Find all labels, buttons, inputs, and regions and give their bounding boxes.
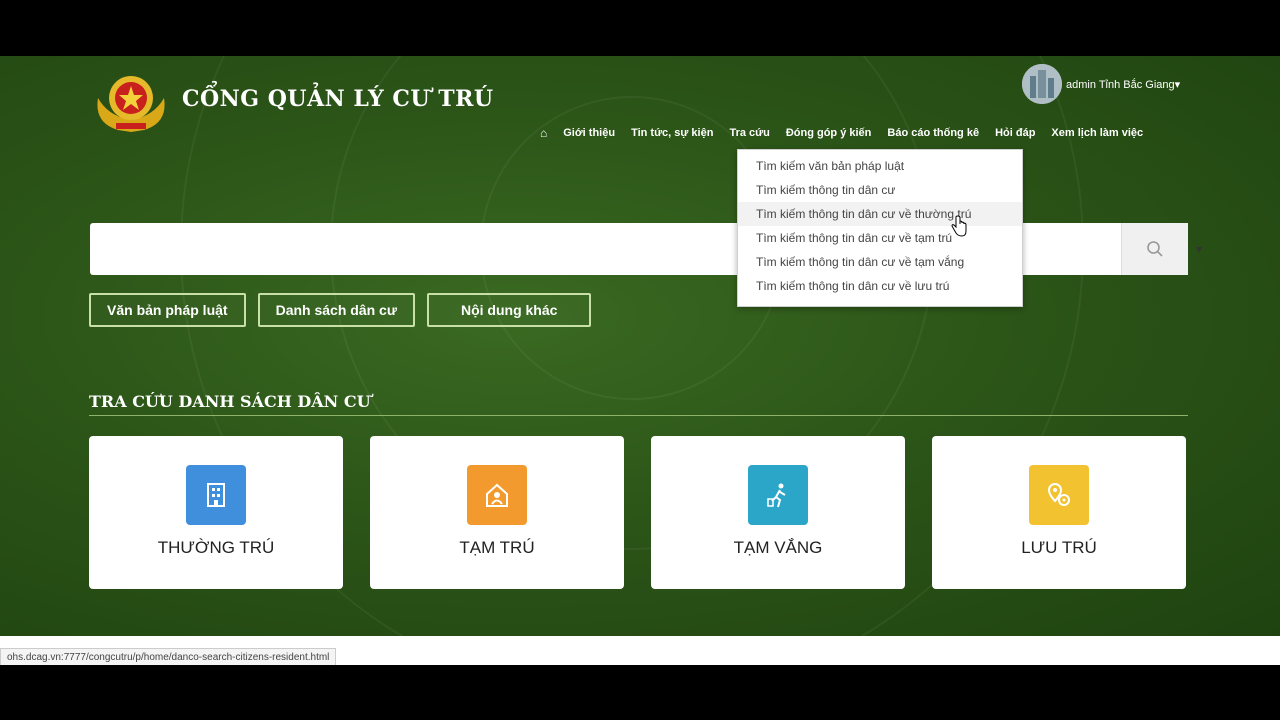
dropdown-item-tam-vang[interactable]: Tìm kiếm thông tin dân cư về tạm vắng: [738, 250, 1022, 274]
card-label: THƯỜNG TRÚ: [157, 538, 275, 557]
user-name: admin Tỉnh Bắc Giang▾: [1066, 78, 1181, 91]
filter-van-ban-phap-luat[interactable]: Văn bản pháp luật: [89, 293, 246, 327]
chevron-down-icon: ▾: [1195, 242, 1202, 256]
dropdown-item-tam-tru[interactable]: Tìm kiếm thông tin dân cư về tạm trú: [738, 226, 1022, 250]
page-background: CỔNG QUẢN LÝ CƯ TRÚ admin Tỉnh Bắc Giang…: [0, 56, 1280, 636]
filter-noi-dung-khac[interactable]: Nội dung khác: [426, 293, 592, 327]
card-label: TẠM VẮNG: [733, 538, 823, 557]
traveler-icon: [748, 465, 808, 525]
card-tam-vang[interactable]: TẠM VẮNG: [651, 436, 905, 589]
hand-cursor-icon: [951, 215, 967, 237]
search-bar: ắc ▾: [90, 223, 1202, 275]
dropdown-item-dan-cu[interactable]: Tìm kiếm thông tin dân cư: [738, 178, 1022, 202]
home-icon[interactable]: ⌂: [540, 126, 547, 140]
nav-item-lich-lam-viec[interactable]: Xem lịch làm việc: [1051, 127, 1143, 139]
search-icon: [1147, 241, 1163, 257]
main-nav: ⌂ Giới thiệu Tin tức, sự kiện Tra cứu Đó…: [540, 126, 1159, 140]
filter-buttons: Văn bản pháp luật Danh sách dân cư Nội d…: [89, 293, 603, 327]
card-thuong-tru[interactable]: THƯỜNG TRÚ: [89, 436, 343, 589]
letterbox-top: [0, 0, 1280, 56]
nav-item-dong-gop[interactable]: Đóng góp ý kiến: [786, 127, 872, 139]
site-title[interactable]: CỔNG QUẢN LÝ CƯ TRÚ: [182, 86, 494, 112]
nav-item-hoi-dap[interactable]: Hỏi đáp: [995, 127, 1035, 139]
location-pins-icon: [1029, 465, 1089, 525]
dropdown-item-thuong-tru[interactable]: Tìm kiếm thông tin dân cư về thường trú: [738, 202, 1022, 226]
nav-item-bao-cao[interactable]: Báo cáo thống kê: [887, 127, 979, 139]
section-title: TRA CỨU DANH SÁCH DÂN CƯ: [89, 392, 371, 411]
card-luu-tru[interactable]: LƯU TRÚ: [932, 436, 1186, 589]
card-label: LƯU TRÚ: [1021, 538, 1097, 557]
filter-danh-sach-dan-cu[interactable]: Danh sách dân cư: [257, 293, 415, 327]
card-tam-tru[interactable]: TẠM TRÚ: [370, 436, 624, 589]
building-icon: [186, 465, 246, 525]
police-emblem-logo[interactable]: [90, 68, 172, 134]
user-avatar: [1022, 64, 1062, 104]
search-button[interactable]: [1121, 223, 1188, 275]
nav-item-tra-cuu[interactable]: Tra cứu: [729, 127, 769, 139]
section-divider: [89, 415, 1188, 416]
nav-item-gioi-thieu[interactable]: Giới thiệu: [563, 127, 615, 139]
card-label: TẠM TRÚ: [459, 538, 535, 557]
category-cards: THƯỜNG TRÚ TẠM TRÚ TẠM VẮNG LƯU TRÚ: [89, 436, 1186, 589]
user-menu[interactable]: admin Tỉnh Bắc Giang▾: [1022, 64, 1180, 104]
dropdown-item-van-ban[interactable]: Tìm kiếm văn bản pháp luật: [738, 154, 1022, 178]
house-person-icon: [467, 465, 527, 525]
letterbox-bottom: [0, 665, 1280, 720]
tra-cuu-dropdown-menu: Tìm kiếm văn bản pháp luật Tìm kiếm thôn…: [737, 149, 1023, 307]
dropdown-item-luu-tru[interactable]: Tìm kiếm thông tin dân cư về lưu trú: [738, 274, 1022, 298]
nav-item-tin-tuc[interactable]: Tin tức, sự kiện: [631, 127, 713, 139]
